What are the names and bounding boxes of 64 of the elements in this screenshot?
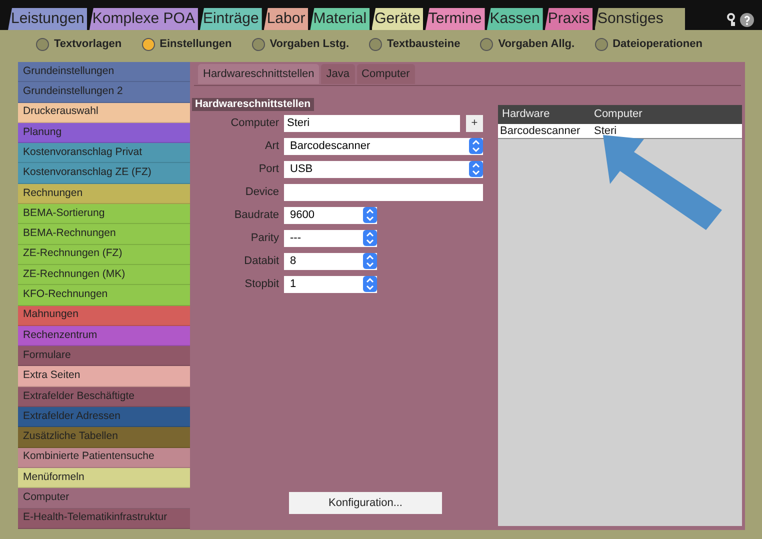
top-tab[interactable]: Geräte bbox=[372, 8, 424, 30]
stepper-icon bbox=[469, 138, 483, 154]
field-label: Art bbox=[264, 138, 279, 154]
sidebar-item[interactable]: Grundeinstellungen bbox=[18, 62, 190, 82]
sidebar-item[interactable]: Kostenvoranschlag ZE (FZ) bbox=[18, 163, 190, 184]
configuration-button[interactable]: Konfiguration... bbox=[289, 492, 442, 514]
sidebar-item[interactable]: BEMA-Rechnungen bbox=[18, 224, 190, 245]
sidebar-item[interactable]: ZE-Rechnungen (FZ) bbox=[18, 244, 190, 265]
top-tab[interactable]: Kassen bbox=[486, 8, 543, 30]
top-tab[interactable]: Komplexe POA bbox=[89, 8, 198, 30]
select-field[interactable]: --- bbox=[284, 230, 377, 246]
stepper-icon bbox=[469, 161, 483, 177]
computer-field[interactable]: Steri bbox=[284, 114, 460, 132]
section-radio[interactable]: Einstellungen bbox=[142, 36, 232, 52]
select-field[interactable]: Barcodescanner bbox=[284, 138, 483, 154]
sidebar-item[interactable]: Computer bbox=[18, 488, 190, 509]
top-tab[interactable]: Einträge bbox=[200, 8, 262, 30]
top-tab[interactable]: Leistungen bbox=[8, 8, 88, 30]
section-radio[interactable]: Dateioperationen bbox=[594, 36, 702, 52]
field-label: Stopbit bbox=[244, 276, 279, 292]
section-radio[interactable]: Vorgaben Allg. bbox=[480, 36, 575, 52]
section-radio[interactable]: Textvorlagen bbox=[36, 36, 122, 52]
section-radio[interactable]: Vorgaben Lstg. bbox=[252, 36, 350, 52]
sidebar-item[interactable]: Mahnungen bbox=[18, 306, 190, 326]
help-icon[interactable] bbox=[740, 13, 754, 27]
sidebar-item[interactable]: Druckerauswahl bbox=[18, 102, 190, 123]
sub-tab[interactable]: Hardwareschnittstellen bbox=[198, 64, 320, 84]
sidebar-item[interactable]: Extra Seiten bbox=[18, 366, 190, 387]
section-radio[interactable]: Textbausteine bbox=[369, 36, 460, 52]
sidebar-item[interactable]: Kostenvoranschlag Privat bbox=[18, 143, 190, 164]
sidebar-item[interactable]: Kombinierte Patientensuche bbox=[18, 448, 190, 468]
sidebar-item[interactable]: Rechenzentrum bbox=[18, 326, 190, 346]
sidebar-item[interactable]: BEMA-Sortierung bbox=[18, 204, 190, 224]
device-field[interactable] bbox=[284, 184, 483, 200]
column-header[interactable]: Computer bbox=[592, 106, 642, 123]
sidebar-item[interactable]: ZE-Rechnungen (MK) bbox=[18, 264, 190, 286]
field-label: Device bbox=[244, 184, 279, 200]
stepper-icon bbox=[363, 207, 377, 223]
field-label: Port bbox=[258, 162, 279, 176]
sidebar-item[interactable]: Menüformeln bbox=[18, 468, 190, 488]
top-tab[interactable]: Sonstiges bbox=[594, 8, 686, 30]
select-field[interactable]: USB bbox=[284, 160, 483, 178]
select-field[interactable]: 8 bbox=[284, 252, 377, 270]
stepper-icon bbox=[363, 253, 377, 269]
top-tab[interactable]: Termine bbox=[425, 8, 485, 30]
stepper-icon bbox=[363, 230, 377, 246]
select-field[interactable]: 9600 bbox=[284, 206, 377, 224]
field-label: Databit bbox=[243, 254, 279, 268]
sidebar-item[interactable]: KFO-Rechnungen bbox=[18, 285, 190, 306]
sidebar-item[interactable]: Planung bbox=[18, 122, 190, 144]
add-button[interactable]: + bbox=[466, 114, 483, 132]
field-label: Computer bbox=[230, 116, 279, 130]
sidebar-item[interactable]: Grundeinstellungen 2 bbox=[18, 82, 190, 103]
field-label: Parity bbox=[250, 230, 279, 246]
top-tab[interactable]: Praxis bbox=[544, 8, 593, 30]
top-tab[interactable]: Material bbox=[310, 8, 370, 30]
stepper-icon bbox=[363, 276, 377, 292]
top-tab[interactable]: Labor bbox=[264, 8, 308, 30]
table-row[interactable]: Barcodescanner Steri bbox=[498, 124, 742, 139]
select-field[interactable]: 1 bbox=[284, 276, 377, 292]
field-label: Baudrate bbox=[233, 208, 279, 222]
sidebar-item[interactable]: Rechnungen bbox=[18, 184, 190, 204]
group-title: Hardwareschnittstellen bbox=[192, 98, 314, 111]
column-header[interactable]: Hardware bbox=[498, 106, 592, 123]
